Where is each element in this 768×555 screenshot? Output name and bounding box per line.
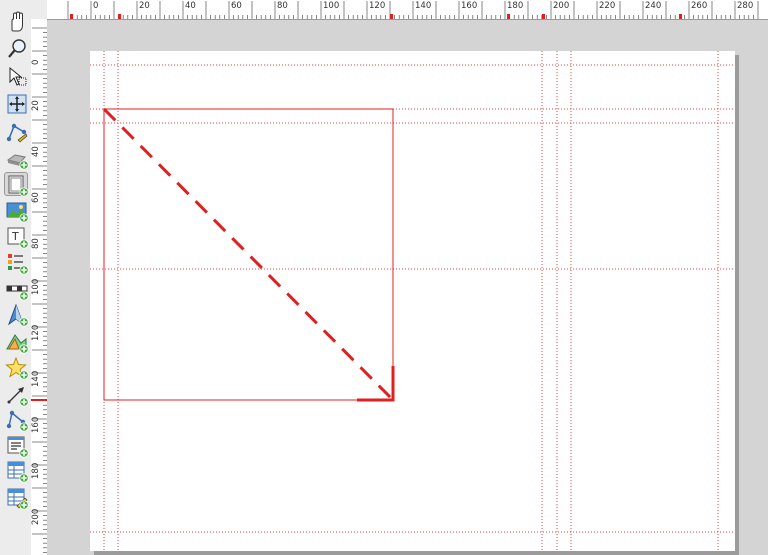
ruler-label: 80	[31, 238, 41, 249]
item-toolbar: T	[0, 0, 32, 555]
ruler-label: 140	[31, 370, 41, 387]
ruler-label: 20	[31, 100, 41, 111]
add-label-icon: T	[7, 227, 29, 249]
guide-marker	[679, 14, 682, 19]
select-move-icon	[9, 66, 27, 86]
ruler-label: 120	[369, 1, 386, 11]
ruler-label: 100	[323, 1, 340, 11]
tool-add-label-button[interactable]: T	[4, 224, 29, 249]
tool-add-picture-button[interactable]	[4, 198, 29, 223]
ruler-corner	[31, 0, 48, 20]
tool-add-marker-button[interactable]	[4, 355, 29, 380]
add-shape-icon	[6, 334, 29, 354]
tool-add-node-item-button[interactable]	[4, 407, 29, 432]
ruler-label: 120	[31, 324, 41, 341]
tool-select-button[interactable]	[4, 64, 28, 88]
tool-add-arrow-button[interactable]	[4, 382, 29, 407]
tool-add-shape-button[interactable]	[4, 329, 29, 354]
ruler-label: 0	[31, 59, 41, 65]
guide-marker	[390, 14, 393, 19]
edit-nodes-icon	[6, 123, 28, 143]
add-marker-icon	[5, 356, 29, 380]
guide-marker	[70, 14, 73, 19]
tool-add-scalebar-button[interactable]	[4, 276, 29, 301]
ruler-label: 260	[691, 1, 708, 11]
tool-add-north-arrow-button[interactable]	[4, 302, 29, 327]
composer-canvas[interactable]	[47, 20, 768, 555]
snap-guides	[90, 51, 735, 551]
tool-pan-button[interactable]	[4, 9, 28, 33]
ruler-label: 40	[185, 1, 196, 11]
magnifier-icon	[8, 39, 26, 58]
guide-marker	[542, 14, 545, 19]
ruler-label: 240	[645, 1, 662, 11]
add-html-icon	[7, 436, 29, 458]
ruler-label: 160	[461, 1, 478, 11]
move-content-icon	[7, 94, 27, 114]
tool-add-map-button[interactable]	[4, 172, 29, 197]
add-north-arrow-icon	[7, 303, 29, 327]
ruler-label: 180	[31, 462, 41, 479]
ruler-label: 180	[507, 1, 524, 11]
add-fixed-table-icon	[7, 488, 29, 510]
tool-add-fixed-table-button[interactable]	[4, 485, 29, 510]
ruler-label: 80	[277, 1, 288, 11]
tool-add-attribute-table-button[interactable]	[4, 458, 29, 483]
add-scalebar-icon	[6, 285, 29, 301]
hand-icon	[11, 11, 23, 32]
horizontal-ruler[interactable]: 0 20 40 60 80 100 120 140 160 180 200 220 240 260 280	[47, 0, 768, 20]
drag-direction-line	[102, 107, 393, 400]
add-arrow-icon	[7, 387, 29, 407]
add-attribute-table-icon	[7, 461, 29, 483]
ruler-label: 40	[31, 146, 41, 157]
tool-zoom-button[interactable]	[4, 36, 28, 60]
tool-move-content-button[interactable]	[4, 91, 28, 115]
ruler-label: 0	[93, 1, 99, 11]
ruler-label: 140	[415, 1, 432, 11]
svg-text:T: T	[11, 230, 19, 243]
add-3d-map-icon	[6, 154, 29, 170]
tool-add-3d-map-button[interactable]	[4, 145, 29, 170]
vertical-ruler[interactable]: 0 20 40 60 80 100 120 140 160 180 200	[31, 19, 48, 555]
ruler-label: 200	[31, 508, 41, 525]
ruler-label: 60	[31, 192, 41, 203]
add-map-icon	[8, 175, 29, 197]
guide-marker	[118, 14, 121, 19]
add-legend-icon	[8, 254, 29, 275]
ruler-label: 160	[31, 416, 41, 433]
guide-marker	[507, 14, 510, 19]
ruler-label: 20	[139, 1, 150, 11]
canvas-overlay	[90, 51, 735, 551]
ruler-label: 200	[553, 1, 570, 11]
add-picture-icon	[6, 202, 29, 223]
ruler-label: 280	[737, 1, 754, 11]
add-node-item-icon	[6, 410, 29, 432]
tool-edit-nodes-button[interactable]	[4, 119, 28, 143]
ruler-label: 60	[231, 1, 242, 11]
guide-marker	[31, 399, 47, 401]
tool-add-html-button[interactable]	[4, 433, 29, 458]
ruler-label: 100	[31, 278, 41, 295]
tool-add-legend-button[interactable]	[4, 250, 29, 275]
ruler-label: 220	[599, 1, 616, 11]
